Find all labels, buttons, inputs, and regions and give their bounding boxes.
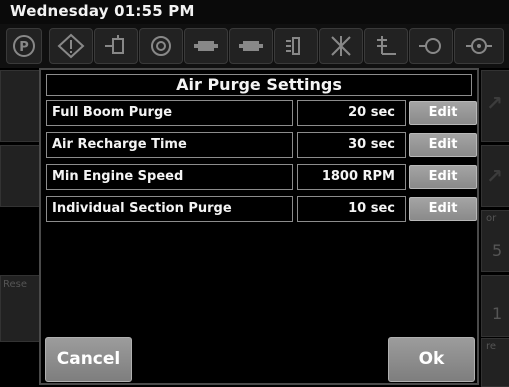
expand-arrow-icon: ↗: [486, 164, 503, 188]
nozzle-spray-icon[interactable]: [274, 28, 318, 64]
setting-value: 20 sec: [297, 100, 406, 126]
setting-value: 1800 RPM: [297, 164, 406, 190]
background-label: or: [486, 213, 497, 224]
clock-display: Wednesday 01:55 PM: [10, 2, 195, 20]
background-panel-right-base: re: [481, 338, 509, 387]
edit-air-recharge-time-button[interactable]: Edit: [409, 133, 477, 157]
settings-row: Individual Section Purge 10 sec Edit: [46, 196, 477, 222]
air-purge-settings-dialog: Air Purge Settings Full Boom Purge 20 se…: [39, 68, 479, 385]
background-panel-left-top: [0, 70, 40, 142]
background-panel-left-low: Rese: [0, 275, 40, 342]
setting-value: 30 sec: [297, 132, 406, 158]
pump-icon[interactable]: [409, 28, 453, 64]
boom-height-icon[interactable]: [364, 28, 408, 64]
background-panel-right-low: or 5: [481, 210, 509, 272]
boom-valve-icon[interactable]: [94, 28, 138, 64]
background-label: Rese: [3, 279, 28, 290]
setting-value: 10 sec: [297, 196, 406, 222]
background-label: re: [486, 341, 497, 352]
settings-row: Full Boom Purge 20 sec Edit: [46, 100, 477, 126]
background-panel-right-bottom: 1: [481, 275, 509, 337]
setting-label: Air Recharge Time: [46, 132, 293, 158]
nozzle-off-icon[interactable]: [319, 28, 363, 64]
background-label: 1: [492, 304, 503, 323]
edit-full-boom-purge-button[interactable]: Edit: [409, 101, 477, 125]
background-panel-right-mid: ↗: [481, 145, 509, 207]
flow-meter-icon[interactable]: [454, 28, 504, 64]
svg-text:P: P: [19, 40, 29, 55]
parking-icon[interactable]: P: [6, 28, 42, 64]
edit-min-engine-speed-button[interactable]: Edit: [409, 165, 477, 189]
background-label: 5: [492, 241, 503, 260]
setting-label: Min Engine Speed: [46, 164, 293, 190]
warning-icon[interactable]: [49, 28, 93, 64]
section-off-icon[interactable]: [229, 28, 273, 64]
expand-arrow-icon: ↗: [486, 91, 503, 115]
status-bar: Wednesday 01:55 PM: [0, 0, 509, 24]
ok-button[interactable]: Ok: [388, 337, 475, 382]
cancel-button[interactable]: Cancel: [45, 337, 132, 382]
settings-row: Air Recharge Time 30 sec Edit: [46, 132, 477, 158]
section-on-icon[interactable]: [184, 28, 228, 64]
setting-label: Individual Section Purge: [46, 196, 293, 222]
edit-individual-section-purge-button[interactable]: Edit: [409, 197, 477, 221]
dialog-title: Air Purge Settings: [46, 74, 472, 96]
background-panel-right-top: ↗: [481, 70, 509, 142]
engine-icon[interactable]: [139, 28, 183, 64]
settings-row: Min Engine Speed 1800 RPM Edit: [46, 164, 477, 190]
background-panel-left-mid: [0, 145, 40, 207]
setting-label: Full Boom Purge: [46, 100, 293, 126]
function-icon-bar: P: [0, 24, 509, 68]
